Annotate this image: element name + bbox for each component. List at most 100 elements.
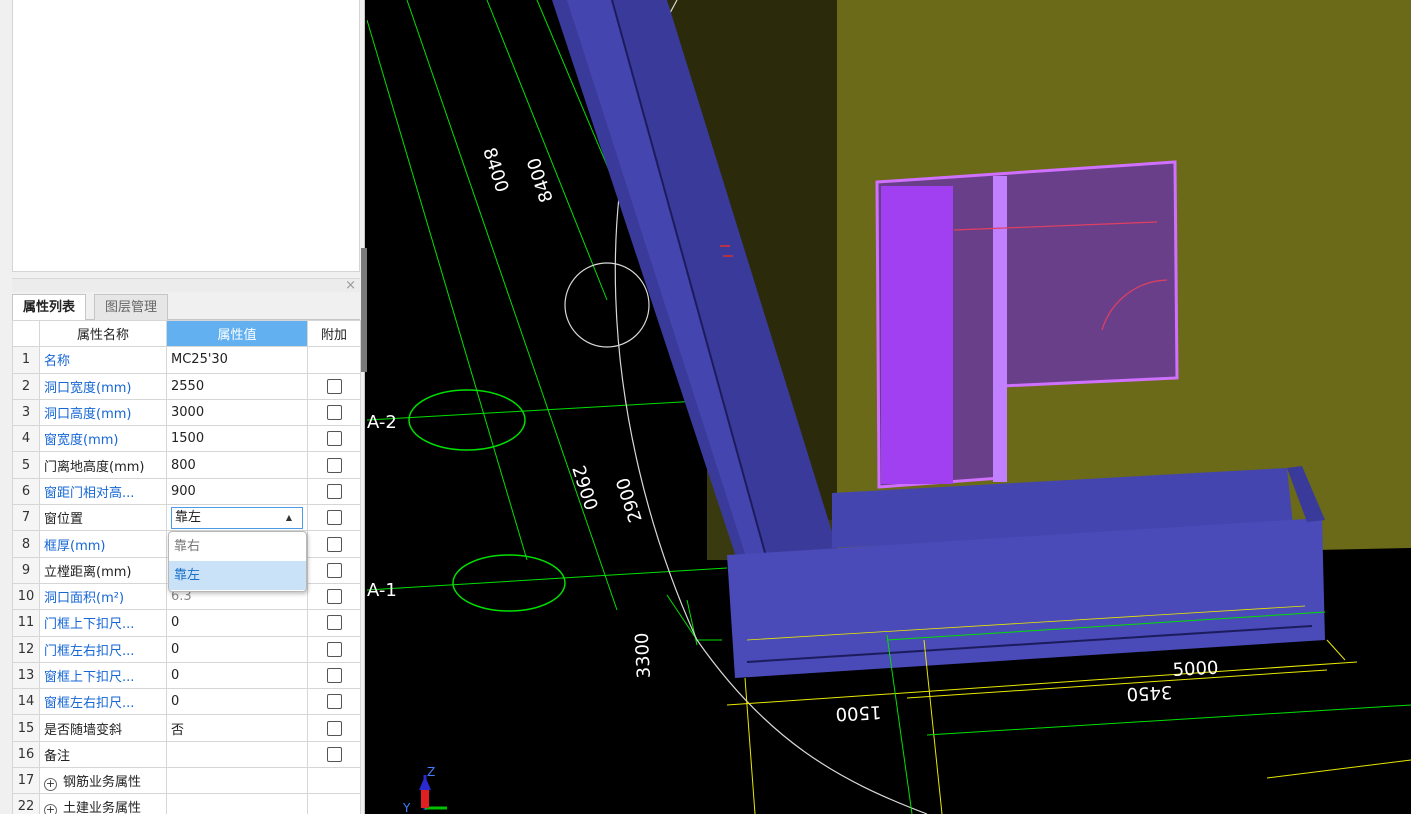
row-number: 17 xyxy=(12,767,40,795)
table-row[interactable]: 17 + 钢筋业务属性 xyxy=(12,767,361,795)
table-row[interactable]: 14 窗框左右扣尺... 0 xyxy=(12,688,361,716)
cad-scene[interactable]: A-2 A-1 8400 8400 2900 2900 5000 3450 15… xyxy=(367,0,1411,814)
header-extra[interactable]: 附加 xyxy=(307,319,361,348)
extra-checkbox[interactable] xyxy=(326,562,342,578)
dim-line xyxy=(906,669,1328,699)
group-label: 土建业务属性 xyxy=(63,800,142,814)
select-value: 靠左 xyxy=(175,509,202,525)
property-value[interactable]: MC25'30 xyxy=(166,346,308,374)
property-name: 门框上下扣尺... xyxy=(39,609,167,637)
extra-checkbox[interactable] xyxy=(326,720,342,736)
header-num xyxy=(12,319,40,348)
row-number: 7 xyxy=(12,504,40,532)
property-value[interactable]: 否 xyxy=(166,714,308,742)
table-row[interactable]: 13 窗框上下扣尺... 0 xyxy=(12,661,361,690)
pane-splitter[interactable]: × xyxy=(12,278,360,293)
table-row[interactable]: 2 洞口宽度(mm) 2550 xyxy=(12,372,361,400)
property-value[interactable]: 0 xyxy=(166,609,308,637)
dropdown-option-left[interactable]: 靠左 xyxy=(169,561,306,590)
row-number: 5 xyxy=(12,451,40,479)
dropdown-option-right[interactable]: 靠右 xyxy=(169,532,306,561)
expand-icon[interactable]: + xyxy=(44,777,57,791)
property-name[interactable]: + 土建业务属性 xyxy=(39,793,167,814)
row-number: 15 xyxy=(12,714,40,742)
extra-checkbox[interactable] xyxy=(326,431,342,447)
table-row[interactable]: 15 是否随墙变斜否 xyxy=(12,714,361,742)
extra-checkbox[interactable] xyxy=(326,378,342,394)
extra-checkbox[interactable] xyxy=(326,405,342,421)
property-name: 窗距门相对高... xyxy=(39,477,167,506)
extra-cell xyxy=(307,609,361,637)
table-row[interactable]: 16 备注 xyxy=(12,740,361,769)
row-number: 12 xyxy=(12,635,40,663)
extra-checkbox[interactable] xyxy=(326,536,342,552)
property-name: 洞口面积(m²) xyxy=(39,582,167,611)
property-value[interactable]: 2550 xyxy=(166,372,308,400)
property-value[interactable]: 0 xyxy=(166,635,308,663)
dim-line xyxy=(923,639,943,814)
window-position-dropdown[interactable]: 靠右 靠左 xyxy=(168,531,307,592)
table-row[interactable]: 3 洞口高度(mm) 3000 xyxy=(12,398,361,427)
tab-layer-management[interactable]: 图层管理 xyxy=(94,294,169,320)
extra-cell xyxy=(307,635,361,663)
window-position-select[interactable]: 靠左 ▲ xyxy=(171,506,303,529)
extra-checkbox[interactable] xyxy=(326,746,342,762)
table-row[interactable]: 4 窗宽度(mm) 1500 xyxy=(12,425,361,453)
property-value[interactable]: 1500 xyxy=(166,425,308,453)
dim-text-8400-mirror: 8400 xyxy=(524,155,558,205)
row-number: 8 xyxy=(12,530,40,558)
extra-cell xyxy=(307,714,361,742)
expand-icon[interactable]: + xyxy=(44,803,57,814)
property-value[interactable] xyxy=(166,767,308,795)
table-row[interactable]: 7 窗位置 靠左 ▲ xyxy=(12,504,361,532)
chevron-up-icon[interactable]: ▲ xyxy=(286,508,292,528)
row-number: 22 xyxy=(12,793,40,814)
property-value[interactable]: 靠左 ▲ xyxy=(166,504,308,532)
extra-checkbox[interactable] xyxy=(326,457,342,473)
row-number: 1 xyxy=(12,346,40,374)
row-number: 10 xyxy=(12,582,40,611)
component-list-pane[interactable] xyxy=(12,0,360,272)
property-name: 名称 xyxy=(39,346,167,374)
property-value[interactable]: 0 xyxy=(166,688,308,716)
row-number: 16 xyxy=(12,740,40,769)
property-value[interactable]: 3000 xyxy=(166,398,308,427)
close-icon[interactable]: × xyxy=(345,278,356,293)
property-value[interactable] xyxy=(166,740,308,769)
row-number: 2 xyxy=(12,372,40,400)
table-row[interactable]: 12 门框左右扣尺... 0 xyxy=(12,635,361,663)
extra-checkbox[interactable] xyxy=(326,694,342,710)
grid-circle xyxy=(564,262,650,348)
header-property-value[interactable]: 属性值 xyxy=(166,319,308,348)
extra-checkbox[interactable] xyxy=(326,668,342,683)
property-value[interactable]: 0 xyxy=(166,661,308,690)
extra-checkbox[interactable] xyxy=(326,510,342,526)
dim-text-1500: 1500 xyxy=(835,701,882,724)
extra-cell xyxy=(307,740,361,769)
property-value[interactable]: 800 xyxy=(166,451,308,479)
extra-checkbox[interactable] xyxy=(326,641,342,657)
table-row[interactable]: 1 名称 MC25'30 xyxy=(12,346,361,374)
property-value[interactable]: 900 xyxy=(166,477,308,506)
z-label: Z xyxy=(427,765,435,779)
3d-viewport[interactable]: A-2 A-1 8400 8400 2900 2900 5000 3450 15… xyxy=(367,0,1411,814)
table-row[interactable]: 11 门框上下扣尺... 0 xyxy=(12,609,361,637)
header-property-name[interactable]: 属性名称 xyxy=(39,319,167,348)
tab-property-list[interactable]: 属性列表 xyxy=(12,294,87,320)
extra-cell xyxy=(307,346,361,374)
property-value[interactable] xyxy=(166,793,308,814)
property-name: 洞口高度(mm) xyxy=(39,398,167,427)
row-number: 14 xyxy=(12,688,40,716)
extra-checkbox[interactable] xyxy=(326,483,342,499)
extra-cell xyxy=(307,477,361,506)
extra-cell xyxy=(307,504,361,532)
table-row[interactable]: 22 + 土建业务属性 xyxy=(12,793,361,814)
table-row[interactable]: 6 窗距门相对高... 900 xyxy=(12,477,361,506)
property-name[interactable]: + 钢筋业务属性 xyxy=(39,767,167,795)
table-row[interactable]: 5 门离地高度(mm) 800 xyxy=(12,451,361,479)
axis-bubble-a2 xyxy=(408,389,526,451)
extra-cell xyxy=(307,398,361,427)
row-number: 6 xyxy=(12,477,40,506)
extra-checkbox[interactable] xyxy=(326,589,342,605)
extra-checkbox[interactable] xyxy=(326,615,342,631)
